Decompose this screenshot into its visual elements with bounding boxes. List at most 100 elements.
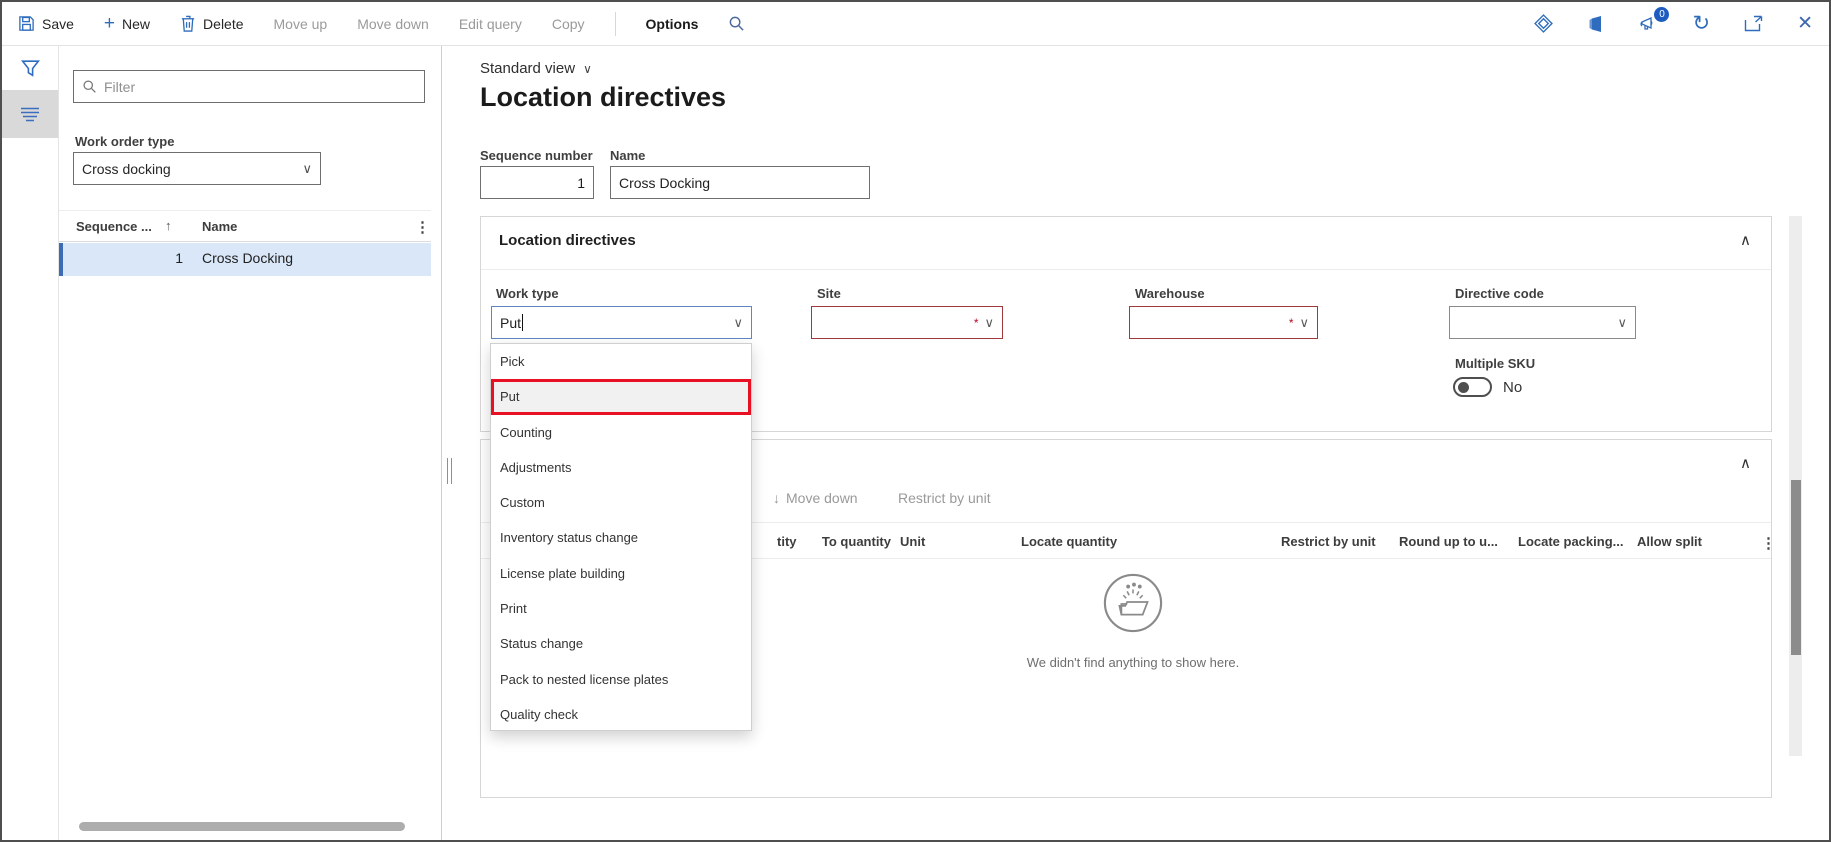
option-pack-to-nested-license-plates[interactable]: Pack to nested license plates — [491, 661, 751, 696]
column-allow-split[interactable]: Allow split — [1637, 534, 1702, 549]
collapse-section-icon[interactable]: ∧ — [1740, 454, 1751, 472]
row-name-cell: Cross Docking — [202, 250, 294, 266]
app-command-bar: Save + New Delete Move up Move down Edit… — [2, 2, 1829, 46]
option-adjustments[interactable]: Adjustments — [491, 450, 751, 485]
directive-code-combobox[interactable]: ∨ — [1449, 306, 1636, 339]
column-locate-quantity[interactable]: Locate quantity — [1021, 534, 1117, 549]
search-icon — [730, 16, 745, 31]
move-down-button[interactable]: Move down — [357, 16, 429, 32]
refresh-button[interactable]: ↻ — [1692, 13, 1710, 34]
office-icon — [1589, 15, 1602, 32]
options-menu[interactable]: Options — [646, 16, 699, 32]
option-status-change[interactable]: Status change — [491, 626, 751, 661]
text-caret — [522, 314, 524, 331]
column-restrict-by-unit[interactable]: Restrict by unit — [1281, 534, 1376, 549]
popout-icon — [1744, 15, 1763, 32]
directive-code-label: Directive code — [1455, 286, 1544, 301]
sequence-number-label: Sequence number — [480, 148, 593, 163]
row-sequence-cell: 1 — [175, 250, 183, 266]
list-pane-button[interactable] — [2, 90, 58, 138]
dynamics-icon — [1534, 14, 1554, 33]
notification-badge: 0 — [1653, 6, 1671, 23]
horizontal-scrollbar[interactable] — [79, 822, 405, 831]
filter-search-icon — [83, 80, 96, 93]
column-sequence[interactable]: Sequence ... — [76, 219, 152, 234]
popout-button[interactable] — [1744, 15, 1763, 32]
work-type-dropdown-list: Pick Put Counting Adjustments Custom Inv… — [490, 343, 752, 731]
list-row-cross-docking[interactable]: 1 Cross Docking — [59, 243, 431, 276]
search-button[interactable] — [728, 15, 745, 32]
chevron-down-icon: ∨ — [1299, 314, 1309, 330]
save-button[interactable]: Save — [18, 15, 74, 32]
empty-state: We didn't find anything to show here. — [933, 572, 1333, 670]
section-title: Location directives — [499, 232, 636, 249]
column-round-up-to-unit[interactable]: Round up to u... — [1399, 534, 1498, 549]
required-asterisk-icon: * — [973, 315, 979, 330]
down-arrow-icon: ↓ — [773, 490, 780, 506]
grid-overflow-icon[interactable]: ⋮ — [415, 218, 430, 236]
view-selector[interactable]: Standard view ∨ — [480, 60, 592, 77]
chevron-down-icon: ∨ — [1617, 314, 1627, 330]
option-license-plate-building[interactable]: License plate building — [491, 556, 751, 591]
splitter-grip-icon — [447, 458, 452, 484]
option-print[interactable]: Print — [491, 591, 751, 626]
required-asterisk-icon: * — [1288, 315, 1294, 330]
plus-icon: + — [103, 13, 116, 34]
work-type-combobox[interactable]: Put ∨ — [491, 306, 752, 339]
multiple-sku-toggle[interactable] — [1453, 377, 1492, 397]
work-order-type-select[interactable]: Cross docking ∨ — [73, 152, 321, 185]
empty-message: We didn't find anything to show here. — [1026, 655, 1240, 670]
sort-ascending-icon: ↑ — [165, 218, 172, 233]
option-counting[interactable]: Counting — [491, 415, 751, 450]
name-input[interactable] — [610, 166, 870, 199]
row-selection-bar — [59, 243, 63, 276]
sequence-number-input[interactable] — [480, 166, 594, 199]
panel-splitter[interactable] — [442, 46, 458, 840]
multiple-sku-label: Multiple SKU — [1455, 356, 1536, 371]
toolbar-separator — [614, 11, 616, 36]
warehouse-label: Warehouse — [1135, 286, 1205, 301]
close-button[interactable]: ✕ — [1797, 12, 1813, 35]
vertical-scrollbar[interactable] — [1789, 216, 1802, 756]
chevron-down-icon: ∨ — [984, 314, 994, 330]
office-apps-button[interactable] — [1587, 15, 1605, 33]
grid-restrict-by-unit-button[interactable]: Restrict by unit — [898, 490, 991, 506]
chevron-down-icon: ∨ — [583, 61, 592, 76]
new-button[interactable]: + New — [104, 14, 150, 33]
app-window: Save + New Delete Move up Move down Edit… — [0, 0, 1831, 842]
filter-input[interactable] — [104, 78, 416, 95]
work-order-type-label: Work order type — [75, 134, 175, 149]
page-title: Location directives — [480, 82, 727, 112]
list-icon — [21, 107, 39, 122]
column-name[interactable]: Name — [202, 219, 237, 234]
vertical-scrollbar-thumb[interactable] — [1790, 480, 1801, 655]
warehouse-combobox[interactable]: * ∨ — [1129, 306, 1318, 339]
site-combobox[interactable]: * ∨ — [811, 306, 1003, 339]
option-custom[interactable]: Custom — [491, 485, 751, 520]
filter-field — [73, 70, 425, 103]
delete-button[interactable]: Delete — [180, 15, 244, 32]
collapse-section-icon[interactable]: ∧ — [1740, 231, 1751, 249]
funnel-icon — [20, 59, 40, 77]
option-pick[interactable]: Pick — [491, 344, 751, 379]
copy-button[interactable]: Copy — [552, 16, 585, 32]
grid-move-down-button[interactable]: ↓ Move down — [773, 490, 858, 506]
column-to-quantity[interactable]: To quantity — [811, 534, 891, 549]
dynamics-home-button[interactable] — [1534, 14, 1554, 33]
column-from-quantity-truncated[interactable]: tity — [777, 534, 797, 549]
filter-pane-button[interactable] — [2, 46, 58, 90]
option-put-selected[interactable]: Put — [491, 379, 751, 415]
column-locate-packing[interactable]: Locate packing... — [1518, 534, 1623, 549]
save-icon — [19, 16, 34, 31]
trash-icon — [181, 15, 195, 32]
grid-overflow-icon[interactable]: ⋮ — [1761, 534, 1776, 552]
option-inventory-status-change[interactable]: Inventory status change — [491, 520, 751, 555]
toggle-knob — [1458, 381, 1469, 393]
action-center-button[interactable]: 0 — [1639, 6, 1671, 33]
move-up-button[interactable]: Move up — [274, 16, 328, 32]
multiple-sku-value: No — [1503, 379, 1523, 396]
column-unit[interactable]: Unit — [900, 534, 925, 549]
option-quality-check[interactable]: Quality check — [491, 697, 751, 732]
edit-query-button[interactable]: Edit query — [459, 16, 522, 32]
empty-folder-icon — [1103, 573, 1163, 633]
